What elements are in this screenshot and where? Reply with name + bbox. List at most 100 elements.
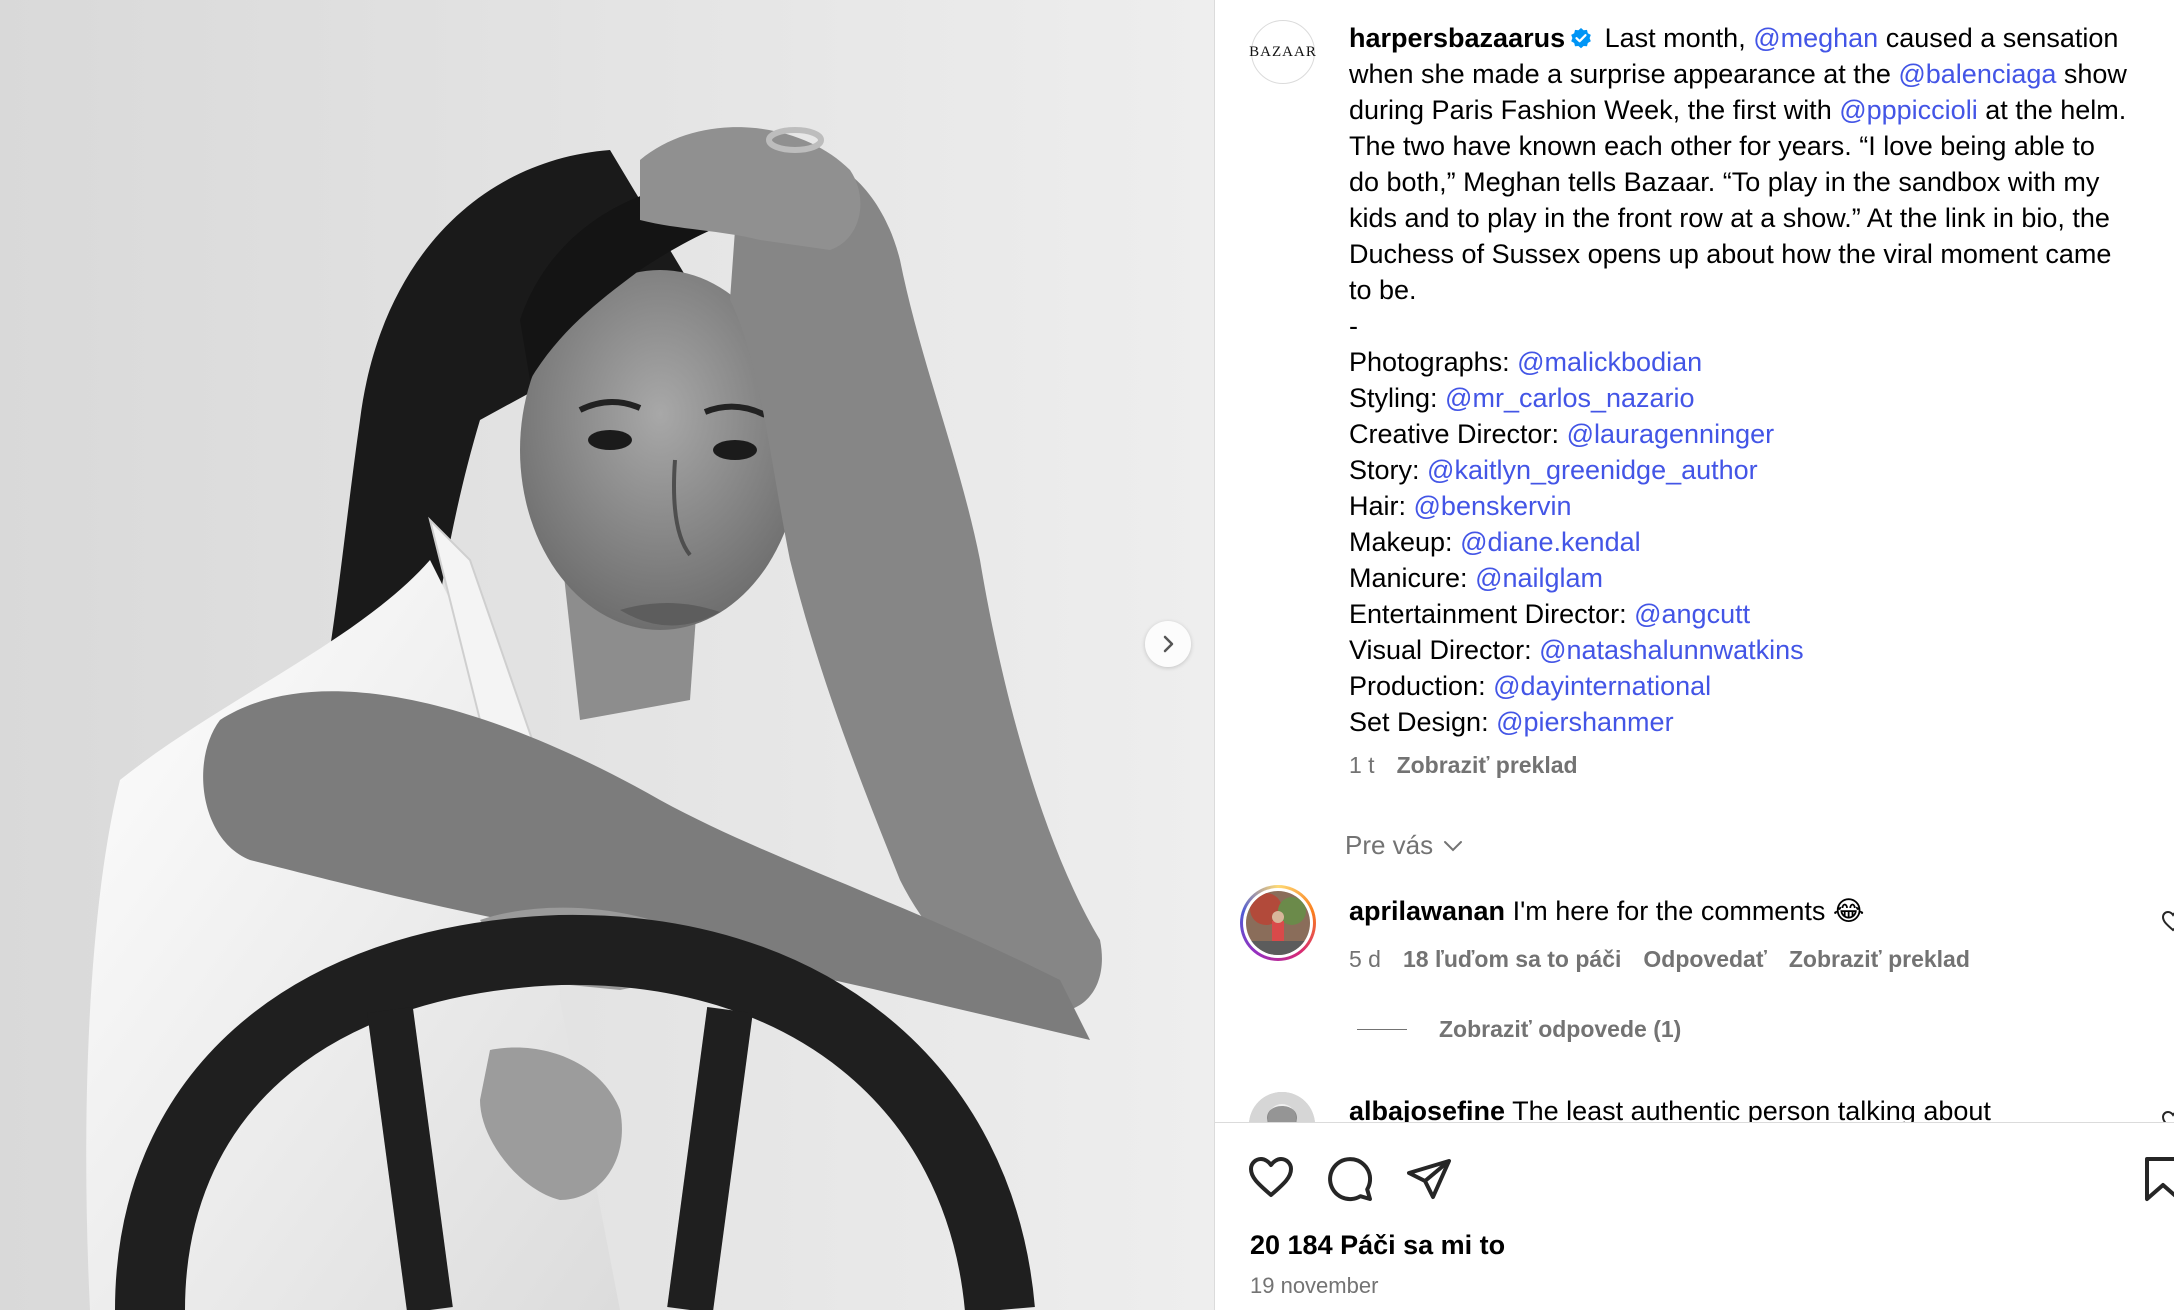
avatar-photo: [1246, 891, 1310, 955]
caption-text: Entertainment Director:: [1349, 599, 1635, 629]
caption-text: Production:: [1349, 671, 1494, 701]
mention-link[interactable]: @malickbodian: [1517, 347, 1702, 377]
comment-text-2: The least authentic person talking about: [1512, 1096, 1991, 1122]
caption-text: kids and to play in the front row at a s…: [1349, 203, 2110, 233]
caption-text: at the helm.: [1977, 95, 2127, 125]
caption-text: Visual Director:: [1349, 635, 1540, 665]
caption-meta: 1 t Zobraziť preklad: [1349, 752, 1578, 779]
mention-link[interactable]: @meghan: [1753, 23, 1878, 53]
author-avatar[interactable]: BAZAAR: [1249, 20, 1317, 84]
comment-heart-icon-2[interactable]: [2161, 1110, 2174, 1122]
caption-line: Set Design: @piershanmer: [1349, 704, 2174, 740]
mention-link[interactable]: @lauragenninger: [1567, 419, 1775, 449]
bookmark-icon[interactable]: [2143, 1155, 2174, 1203]
comment-body: aprilawanan I'm here for the comments 😂: [1349, 893, 1864, 929]
mention-link[interactable]: @benskervin: [1414, 491, 1572, 521]
mention-link[interactable]: @diane.kendal: [1460, 527, 1641, 557]
mention-link[interactable]: @kaitlyn_greenidge_author: [1427, 455, 1758, 485]
caption-text: Set Design:: [1349, 707, 1497, 737]
chevron-down-icon: [1444, 840, 1463, 851]
mention-link[interactable]: @pppiccioli: [1839, 95, 1977, 125]
replies-dash: [1357, 1029, 1407, 1030]
comment-body-2: albajosefine The least authentic person …: [1349, 1093, 1991, 1122]
comment-filter-label: Pre vás: [1345, 830, 1434, 860]
view-replies-button[interactable]: Zobraziť odpovede (1): [1357, 1016, 1681, 1043]
commenter-avatar-2[interactable]: [1249, 1092, 1315, 1122]
comment-meta: 5 d 18 ľuďom sa to páči Odpovedať Zobraziť …: [1349, 946, 1970, 973]
caption-line: Hair: @benskervin: [1349, 488, 2174, 524]
mention-link[interactable]: @piershanmer: [1496, 707, 1673, 737]
send-icon[interactable]: [1405, 1155, 1453, 1203]
mention-link[interactable]: @natashalunnwatkins: [1539, 635, 1804, 665]
post-actions: 20 184 Páči sa mi to 19 november: [1215, 1123, 2174, 1310]
caption-line: The two have known each other for years.…: [1349, 128, 2174, 164]
caption-text: show: [2056, 59, 2127, 89]
caption-text: Last month,: [1604, 23, 1754, 53]
caption-line: Entertainment Director: @angcutt: [1349, 596, 2174, 632]
caption-text: to be.: [1349, 275, 1417, 305]
caption-line: Manicure: @nailglam: [1349, 560, 2174, 596]
caption-line: -: [1349, 308, 2174, 344]
avatar-photo-2: [1249, 1092, 1315, 1122]
chevron-right-icon: [1163, 635, 1174, 653]
mention-link[interactable]: @angcutt: [1634, 599, 1750, 629]
caption-line: kids and to play in the front row at a s…: [1349, 200, 2174, 236]
caption-line: do both,” Meghan tells Bazaar. “To play …: [1349, 164, 2174, 200]
comment-icon[interactable]: [1326, 1155, 1374, 1203]
caption-text: The two have known each other for years.…: [1349, 131, 2095, 161]
caption-text: -: [1349, 311, 1358, 341]
post-date[interactable]: 19 november: [1250, 1273, 1378, 1299]
caption-line: Styling: @mr_carlos_nazario: [1349, 380, 2174, 416]
caption-line: Photographs: @malickbodian: [1349, 344, 2174, 380]
comments-scroll-area[interactable]: BAZAAR harpersbazaarus Last month, @megh…: [1215, 0, 2174, 1122]
comment-translate-link[interactable]: Zobraziť preklad: [1789, 946, 1970, 972]
comment-filter-dropdown[interactable]: Pre vás: [1345, 830, 1463, 861]
avatar-logo-text: BAZAAR: [1249, 43, 1317, 60]
post-photo[interactable]: [0, 0, 1214, 1310]
caption-text: Hair:: [1349, 491, 1414, 521]
caption-text: Photographs:: [1349, 347, 1518, 377]
caption-text: Duchess of Sussex opens up about how the…: [1349, 239, 2112, 269]
caption-text: Manicure:: [1349, 563, 1476, 593]
mention-link[interactable]: @balenciaga: [1898, 59, 2056, 89]
caption-line: during Paris Fashion Week, the first wit…: [1349, 92, 2174, 128]
heart-icon[interactable]: [1247, 1155, 1295, 1199]
comment-age: 5 d: [1349, 946, 1381, 972]
mention-link[interactable]: @nailglam: [1475, 563, 1603, 593]
mention-link[interactable]: @mr_carlos_nazario: [1445, 383, 1695, 413]
commenter-username-2[interactable]: albajosefine: [1349, 1096, 1505, 1122]
commenter-avatar[interactable]: [1240, 885, 1316, 961]
caption-text: caused a sensation: [1878, 23, 2119, 53]
reply-button[interactable]: Odpovedať: [1643, 946, 1766, 972]
caption-age: 1 t: [1349, 752, 1375, 778]
caption-line: Makeup: @diane.kendal: [1349, 524, 2174, 560]
caption-line: to be.: [1349, 272, 2174, 308]
caption-line: Story: @kaitlyn_greenidge_author: [1349, 452, 2174, 488]
caption-line: Production: @dayinternational: [1349, 668, 2174, 704]
caption-text: during Paris Fashion Week, the first wit…: [1349, 95, 1840, 125]
author-username[interactable]: harpersbazaarus: [1349, 23, 1565, 53]
caption-line: Visual Director: @natashalunnwatkins: [1349, 632, 2174, 668]
caption-line: Duchess of Sussex opens up about how the…: [1349, 236, 2174, 272]
comment-heart-icon[interactable]: [2161, 910, 2174, 932]
caption-text: when she made a surprise appearance at t…: [1349, 59, 1899, 89]
caption-line: when she made a surprise appearance at t…: [1349, 56, 2174, 92]
post-caption: harpersbazaarus Last month, @meghan caus…: [1349, 20, 2174, 740]
post-details-panel: BAZAAR harpersbazaarus Last month, @megh…: [1215, 0, 2174, 1310]
caption-text: Creative Director:: [1349, 419, 1567, 449]
view-replies-label: Zobraziť odpovede (1): [1439, 1016, 1682, 1042]
caption-line: Creative Director: @lauragenninger: [1349, 416, 2174, 452]
caption-translate-link[interactable]: Zobraziť preklad: [1397, 752, 1578, 778]
caption-text: Makeup:: [1349, 527, 1461, 557]
comment-text: I'm here for the comments 😂: [1512, 896, 1865, 926]
caption-text: Story:: [1349, 455, 1428, 485]
likes-count[interactable]: 20 184 Páči sa mi to: [1250, 1230, 1505, 1261]
verified-badge-icon: [1571, 28, 1591, 49]
caption-text: Styling:: [1349, 383, 1446, 413]
caption-text: do both,” Meghan tells Bazaar. “To play …: [1349, 167, 2100, 197]
portrait-image: [0, 0, 1214, 1310]
mention-link[interactable]: @dayinternational: [1493, 671, 1711, 701]
comment-likes-count[interactable]: 18 ľuďom sa to páči: [1403, 946, 1621, 972]
next-photo-button[interactable]: [1145, 621, 1191, 667]
commenter-username[interactable]: aprilawanan: [1349, 896, 1505, 926]
